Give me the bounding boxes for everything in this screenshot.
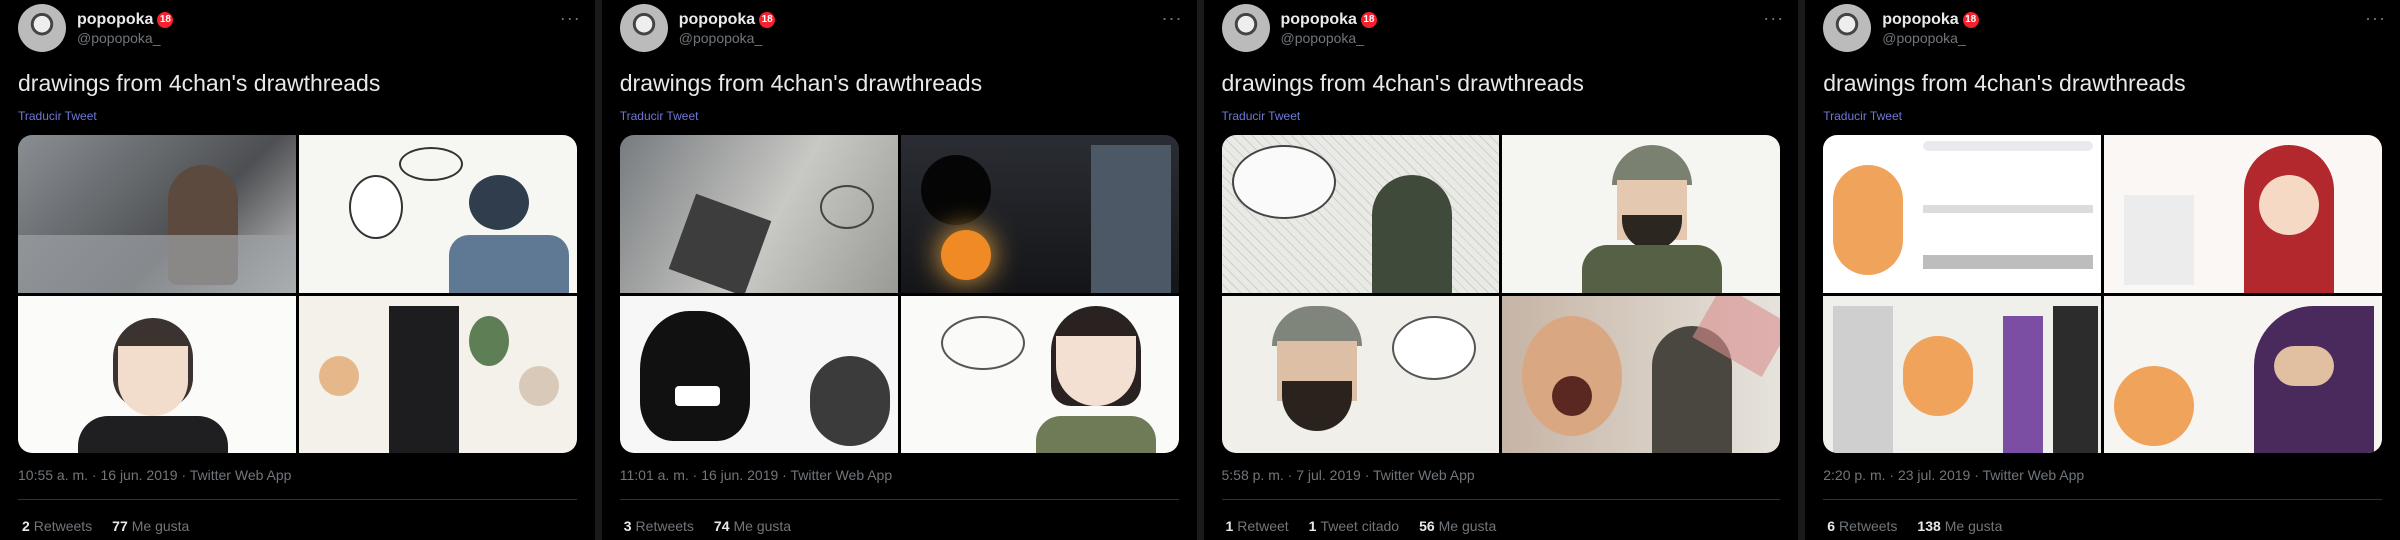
- tweet-text: drawings from 4chan's drawthreads: [1823, 70, 2186, 96]
- media-image[interactable]: [900, 295, 1179, 453]
- media-image[interactable]: [1502, 295, 1781, 453]
- divider: [18, 499, 577, 500]
- media-grid: [1221, 135, 1781, 453]
- more-options-icon[interactable]: ···: [2365, 8, 2386, 29]
- user-handle[interactable]: @popopoka_: [679, 30, 775, 46]
- tweet-strip: popopoka 18 @popopoka_ ··· drawings from …: [0, 0, 2400, 540]
- age-badge-icon: 18: [1360, 11, 1377, 28]
- tweet-timestamp[interactable]: 10:55 a. m. · 16 jun. 2019 · Twitter Web…: [18, 467, 291, 483]
- avatar[interactable]: [619, 4, 668, 52]
- media-image[interactable]: [1221, 135, 1500, 293]
- media-image[interactable]: [18, 135, 296, 293]
- media-image[interactable]: [900, 135, 1179, 293]
- avatar[interactable]: [1823, 4, 1872, 52]
- tweet-header: popopoka 18 @popopoka_: [1823, 2, 2382, 54]
- media-image[interactable]: [298, 135, 577, 293]
- more-options-icon[interactable]: ···: [560, 8, 581, 29]
- display-name[interactable]: popopoka 18: [679, 11, 776, 29]
- likes-count[interactable]: 74 Me gusta: [714, 518, 791, 534]
- tweet-timestamp[interactable]: 5:58 p. m. · 7 jul. 2019 · Twitter Web A…: [1222, 467, 1475, 483]
- media-image[interactable]: [1823, 295, 2102, 453]
- divider: [1221, 499, 1781, 500]
- likes-count[interactable]: 138 Me gusta: [1917, 518, 2002, 534]
- media-image[interactable]: [2104, 135, 2382, 293]
- tweet-stats: 6 Retweets 138 Me gusta: [1827, 518, 2002, 534]
- translate-link[interactable]: Traducir Tweet: [1823, 109, 2382, 123]
- media-image[interactable]: [298, 295, 577, 453]
- more-options-icon[interactable]: ···: [1763, 8, 1784, 29]
- translate-link[interactable]: Traducir Tweet: [18, 109, 577, 123]
- tweet-header: popopoka 18 @popopoka_: [619, 2, 1179, 54]
- divider: [619, 499, 1179, 500]
- media-grid: [18, 135, 577, 453]
- retweets-count[interactable]: 3 Retweets: [624, 518, 694, 534]
- tweet-header: popopoka 18 @popopoka_: [18, 2, 577, 54]
- column-separator: [1798, 0, 1806, 540]
- tweet-card: popopoka 18 @popopoka_ ··· drawings from …: [1204, 0, 1799, 540]
- media-image[interactable]: [1823, 135, 2102, 293]
- media-image[interactable]: [1221, 295, 1500, 453]
- media-image[interactable]: [619, 135, 898, 293]
- retweets-count[interactable]: 2 Retweets: [22, 518, 92, 534]
- tweet-timestamp[interactable]: 2:20 p. m. · 23 jul. 2019 · Twitter Web …: [1823, 467, 2084, 483]
- tweet-timestamp[interactable]: 11:01 a. m. · 16 jun. 2019 · Twitter Web…: [620, 467, 892, 483]
- avatar[interactable]: [1221, 4, 1270, 52]
- user-handle[interactable]: @popopoka_: [1882, 30, 1978, 46]
- likes-count[interactable]: 77 Me gusta: [112, 518, 189, 534]
- divider: [1823, 499, 2382, 500]
- media-grid: [1823, 135, 2382, 453]
- column-separator: [594, 0, 602, 540]
- retweets-count[interactable]: 6 Retweets: [1827, 518, 1897, 534]
- media-image[interactable]: [619, 295, 898, 453]
- media-image[interactable]: [2104, 295, 2382, 453]
- age-badge-icon: 18: [759, 11, 776, 28]
- tweet-stats: 3 Retweets 74 Me gusta: [624, 518, 791, 534]
- tweet-card: popopoka 18 @popopoka_ ··· drawings from …: [1805, 0, 2400, 540]
- avatar[interactable]: [18, 4, 66, 52]
- translate-link[interactable]: Traducir Tweet: [620, 109, 1179, 123]
- user-handle[interactable]: @popopoka_: [77, 30, 173, 46]
- tweet-header: popopoka 18 @popopoka_: [1221, 2, 1781, 54]
- display-name[interactable]: popopoka 18: [1281, 11, 1377, 29]
- column-separator: [1196, 0, 1204, 540]
- tweet-card: popopoka 18 @popopoka_ ··· drawings from …: [0, 0, 595, 540]
- tweet-card: popopoka 18 @popopoka_ ··· drawings from …: [602, 0, 1197, 540]
- display-name[interactable]: popopoka 18: [77, 11, 174, 29]
- tweet-text: drawings from 4chan's drawthreads: [1221, 70, 1584, 96]
- tweet-stats: 1 Retweet 1 Tweet citado 56 Me gusta: [1226, 518, 1497, 534]
- more-options-icon[interactable]: ···: [1162, 8, 1183, 29]
- media-grid: [619, 135, 1179, 453]
- retweets-count[interactable]: 1 Retweet: [1226, 518, 1289, 534]
- display-name[interactable]: popopoka 18: [1882, 11, 1979, 29]
- translate-link[interactable]: Traducir Tweet: [1222, 109, 1781, 123]
- quote-tweets-count[interactable]: 1 Tweet citado: [1309, 518, 1399, 534]
- media-image[interactable]: [1502, 135, 1781, 293]
- tweet-text: drawings from 4chan's drawthreads: [619, 70, 983, 96]
- tweet-text: drawings from 4chan's drawthreads: [18, 70, 381, 96]
- likes-count[interactable]: 56 Me gusta: [1419, 518, 1496, 534]
- media-image[interactable]: [18, 295, 296, 453]
- age-badge-icon: 18: [1962, 11, 1979, 28]
- age-badge-icon: 18: [157, 11, 174, 28]
- user-handle[interactable]: @popopoka_: [1281, 30, 1377, 46]
- tweet-stats: 2 Retweets 77 Me gusta: [22, 518, 189, 534]
